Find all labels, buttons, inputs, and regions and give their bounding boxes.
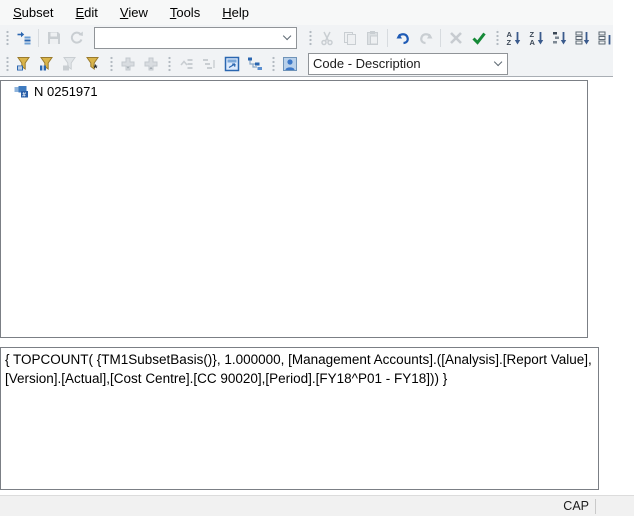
- sort-hierarchy-icon: [552, 30, 568, 46]
- user-button[interactable]: [278, 53, 301, 75]
- copy-button[interactable]: [338, 27, 361, 49]
- toolbar-separator: [38, 29, 39, 47]
- sort-index-ascending-icon: [575, 30, 591, 46]
- menu-edit-label: dit: [84, 5, 98, 20]
- menu-tools-label: ools: [176, 5, 200, 20]
- subset-name-input[interactable]: [95, 29, 279, 47]
- expand-down-icon: [120, 56, 136, 72]
- mdx-expression-text: { TOPCOUNT( {TM1SubsetBasis()}, 1.000000…: [5, 352, 592, 386]
- redo-button[interactable]: [414, 27, 437, 49]
- numeric-element-icon: #: [14, 85, 30, 98]
- filter-by-level-button[interactable]: [58, 53, 81, 75]
- subset-editor-window: Subset Edit View Tools Help: [0, 0, 613, 516]
- svg-text:A: A: [529, 38, 535, 46]
- custom-consolidation-button[interactable]: [243, 53, 266, 75]
- chevron-down-icon[interactable]: [490, 54, 507, 74]
- svg-text:*: *: [93, 63, 97, 72]
- sort-index-descending-button[interactable]: [594, 27, 613, 49]
- filter-expression-icon: *: [85, 56, 101, 72]
- save-subset-button[interactable]: [42, 27, 65, 49]
- toolbar-grip[interactable]: [494, 29, 499, 47]
- sort-ascending-icon: A Z: [506, 30, 522, 46]
- properties-window-button[interactable]: [220, 53, 243, 75]
- menu-subset-mnemonic: S: [13, 5, 22, 20]
- toolbar-separator: [387, 29, 388, 47]
- sort-descending-icon: Z A: [529, 30, 545, 46]
- filter-attribute-icon: [39, 56, 55, 72]
- reload-subset-button[interactable]: [65, 27, 88, 49]
- tree-item[interactable]: # N 0251971: [1, 81, 587, 100]
- toolbar-grip[interactable]: [166, 55, 171, 73]
- properties-window-icon: [224, 56, 240, 72]
- keep-selected-elements-button[interactable]: [467, 27, 490, 49]
- chevron-down-icon[interactable]: [279, 28, 296, 48]
- menu-subset-label: ubset: [22, 5, 54, 20]
- filter-by-expression-button[interactable]: *: [81, 53, 104, 75]
- svg-text:#: #: [22, 92, 26, 99]
- toolbar-grip[interactable]: [270, 55, 275, 73]
- menu-help-label: elp: [232, 5, 249, 20]
- toolbar-grip[interactable]: [4, 55, 9, 73]
- user-icon: [282, 56, 298, 72]
- sort-index-descending-icon: [598, 30, 614, 46]
- expand-tree-button[interactable]: [197, 53, 220, 75]
- sort-descending-button[interactable]: Z A: [525, 27, 548, 49]
- menu-view-label: iew: [128, 5, 148, 20]
- expand-up-icon: [143, 56, 159, 72]
- display-format-combo[interactable]: Code - Description: [308, 53, 508, 75]
- status-bar: CAP: [0, 495, 634, 516]
- svg-text:Z: Z: [506, 38, 511, 46]
- filter-subset-icon: [16, 56, 32, 72]
- delete-element-button[interactable]: [444, 27, 467, 49]
- collapse-tree-icon: [178, 56, 194, 72]
- expression-window[interactable]: { TOPCOUNT( {TM1SubsetBasis()}, 1.000000…: [0, 347, 599, 490]
- expand-element-down-button[interactable]: [116, 53, 139, 75]
- toolbar-grip[interactable]: [4, 29, 9, 47]
- sort-ascending-button[interactable]: A Z: [502, 27, 525, 49]
- save-icon: [46, 30, 62, 46]
- menu-view[interactable]: View: [109, 2, 159, 23]
- menu-help-mnemonic: H: [222, 5, 231, 20]
- tree-item-label: N 0251971: [34, 84, 98, 99]
- menu-help[interactable]: Help: [211, 2, 260, 23]
- sort-index-ascending-button[interactable]: [571, 27, 594, 49]
- toolbar-main: A Z Z A: [0, 25, 613, 51]
- expand-tree-icon: [201, 56, 217, 72]
- reload-icon: [69, 30, 85, 46]
- filter-by-subset-button[interactable]: [12, 53, 35, 75]
- toolbar-filter: *: [0, 51, 613, 77]
- undo-button[interactable]: [391, 27, 414, 49]
- collapse-tree-button[interactable]: [174, 53, 197, 75]
- expand-element-up-button[interactable]: [139, 53, 162, 75]
- paste-icon: [365, 30, 381, 46]
- filter-level-icon: [62, 56, 78, 72]
- subset-element-tree[interactable]: # N 0251971: [0, 80, 588, 338]
- menu-edit[interactable]: Edit: [64, 2, 108, 23]
- cut-button[interactable]: [315, 27, 338, 49]
- status-server-name: CAP: [563, 499, 595, 513]
- subset-all-icon: [16, 30, 32, 46]
- custom-consolidation-icon: [247, 56, 263, 72]
- paste-button[interactable]: [361, 27, 384, 49]
- subset-name-combo[interactable]: [94, 27, 297, 49]
- copy-icon: [342, 30, 358, 46]
- subset-all-button[interactable]: [12, 27, 35, 49]
- status-divider: [595, 499, 596, 514]
- cut-icon: [319, 30, 335, 46]
- menu-edit-mnemonic: E: [75, 5, 84, 20]
- filter-by-attribute-button[interactable]: [35, 53, 58, 75]
- toolbar-grip[interactable]: [108, 55, 113, 73]
- sort-hierarchy-button[interactable]: [548, 27, 571, 49]
- menu-bar: Subset Edit View Tools Help: [0, 0, 613, 25]
- menu-tools[interactable]: Tools: [159, 2, 211, 23]
- display-format-value: Code - Description: [309, 56, 490, 71]
- keep-check-icon: [471, 30, 487, 46]
- delete-x-icon: [448, 30, 464, 46]
- undo-icon: [395, 30, 411, 46]
- redo-icon: [418, 30, 434, 46]
- toolbar-separator: [440, 29, 441, 47]
- toolbar-grip[interactable]: [307, 29, 312, 47]
- menu-subset[interactable]: Subset: [2, 2, 64, 23]
